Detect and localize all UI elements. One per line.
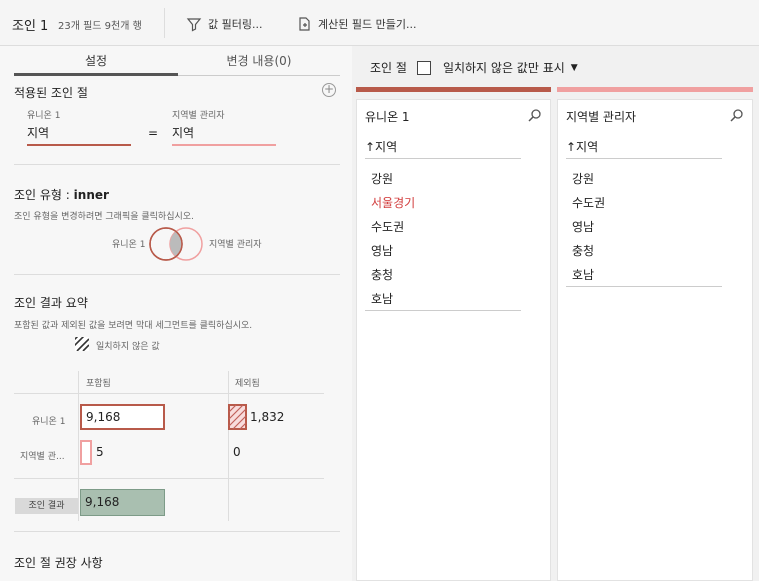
create-calculated-field-button[interactable]: 계산된 필드 만들기...: [296, 14, 416, 34]
union-excluded-value: 1,832: [250, 410, 285, 424]
list-item[interactable]: 충청: [572, 242, 594, 259]
step-title: 조인 1: [12, 19, 49, 34]
left-panel-title: 유니온 1: [365, 110, 410, 124]
grid-line: [78, 371, 79, 521]
filter-values-label: 값 필터링...: [208, 18, 263, 31]
right-source-values-panel: 지역별 관리자 ↑지역 강원 수도권 영남 충청 호남: [557, 99, 753, 581]
divider: [566, 286, 722, 287]
calculated-field-icon: [299, 17, 310, 31]
list-item[interactable]: 강원: [371, 170, 393, 187]
left-join-field[interactable]: 지역: [27, 124, 131, 146]
settings-panel: 설정 변경 내용(0) 적용된 조인 절 + 유니온 1 지역별 관리자 지역 …: [0, 46, 352, 581]
join-type-venn-diagram[interactable]: [148, 226, 208, 262]
divider: [14, 531, 340, 532]
join-clause-panel: 조인 절 일치하지 않은 값만 표시 ▼ 유니온 1 ↑지역 강원 서울경기 수…: [352, 46, 759, 581]
create-calculated-field-label: 계산된 필드 만들기...: [318, 18, 417, 31]
venn-left-label: 유니온 1: [112, 240, 146, 250]
join-clause-label: 조인 절: [370, 61, 407, 75]
list-item-unmatched[interactable]: 서울경기: [371, 194, 415, 211]
join-type-title: 조인 유형 : inner: [14, 188, 109, 202]
list-item[interactable]: 강원: [572, 170, 594, 187]
join-clause-header: 조인 절 일치하지 않은 값만 표시 ▼: [370, 59, 578, 76]
divider: [14, 274, 340, 275]
tab-settings[interactable]: 설정: [14, 52, 178, 76]
union-excluded-bar[interactable]: [228, 404, 247, 430]
tab-changes[interactable]: 변경 내용(0): [178, 52, 340, 76]
join-type-value: inner: [73, 188, 109, 202]
left-panel-field-header[interactable]: ↑지역: [365, 138, 397, 155]
chevron-down-icon[interactable]: ▼: [571, 63, 578, 73]
filter-values-button[interactable]: 값 필터링...: [186, 14, 262, 34]
left-source-label: 유니온 1: [27, 111, 61, 121]
summary-row-label: 유니온 1: [32, 417, 66, 427]
list-item[interactable]: 호남: [572, 266, 594, 283]
managers-included-bar[interactable]: [80, 440, 92, 465]
managers-excluded-value: 0: [233, 445, 241, 459]
join-summary-title: 조인 결과 요약: [14, 296, 88, 310]
list-item[interactable]: 영남: [572, 218, 594, 235]
join-result-label: 조인 결과: [15, 498, 78, 514]
list-item[interactable]: 영남: [371, 242, 393, 259]
left-source-values-panel: 유니온 1 ↑지역 강원 서울경기 수도권 영남 충청 호남: [356, 99, 551, 581]
unmatched-legend-label: 일치하지 않은 값: [96, 342, 160, 352]
join-recommendations-title: 조인 절 권장 사항: [14, 556, 103, 570]
search-icon[interactable]: [730, 108, 744, 122]
join-summary-hint: 포함된 값과 제외된 값을 보려면 막대 세그먼트를 클릭하십시오.: [14, 321, 253, 331]
managers-included-value: 5: [96, 445, 104, 459]
join-type-hint: 조인 유형을 변경하려면 그래픽을 클릭하십시오.: [14, 212, 194, 222]
toolbar-divider: [164, 8, 165, 38]
join-result-bar[interactable]: 9,168: [80, 489, 165, 516]
right-source-label: 지역별 관리자: [172, 111, 225, 121]
search-icon[interactable]: [528, 108, 542, 122]
union-included-bar[interactable]: 9,168: [80, 404, 165, 430]
divider: [365, 310, 521, 311]
list-item[interactable]: 수도권: [572, 194, 605, 211]
list-item[interactable]: 호남: [371, 290, 393, 307]
join-operator[interactable]: =: [148, 126, 158, 140]
filter-icon: [186, 18, 202, 32]
settings-tabs: 설정 변경 내용(0): [14, 52, 340, 76]
grid-line: [14, 478, 324, 479]
toolbar: 조인 1 23개 필드 9천개 행 값 필터링... 계산된 필드 만들기...: [0, 0, 759, 46]
divider: [14, 164, 340, 165]
divider: [365, 158, 521, 159]
right-join-field[interactable]: 지역: [172, 124, 276, 146]
included-column-header: 포함됨: [86, 379, 111, 389]
unmatched-only-label[interactable]: 일치하지 않은 값만 표시: [443, 59, 565, 76]
left-source-color-band: [356, 87, 551, 92]
grid-line: [14, 393, 324, 394]
add-join-clause-icon[interactable]: +: [322, 83, 336, 97]
right-source-color-band: [557, 87, 753, 92]
venn-right-label: 지역별 관리자: [209, 240, 262, 250]
step-meta: 23개 필드 9천개 행: [58, 21, 142, 32]
unmatched-only-checkbox[interactable]: [416, 60, 431, 75]
right-panel-title: 지역별 관리자: [566, 110, 637, 124]
list-item[interactable]: 수도권: [371, 218, 404, 235]
applied-join-title: 적용된 조인 절: [14, 86, 88, 100]
summary-row-label: 지역별 관...: [20, 452, 65, 462]
right-panel-field-header[interactable]: ↑지역: [566, 138, 598, 155]
excluded-column-header: 제외됨: [235, 379, 260, 389]
divider: [566, 158, 722, 159]
unmatched-hatch-icon: [75, 337, 89, 351]
list-item[interactable]: 충청: [371, 266, 393, 283]
